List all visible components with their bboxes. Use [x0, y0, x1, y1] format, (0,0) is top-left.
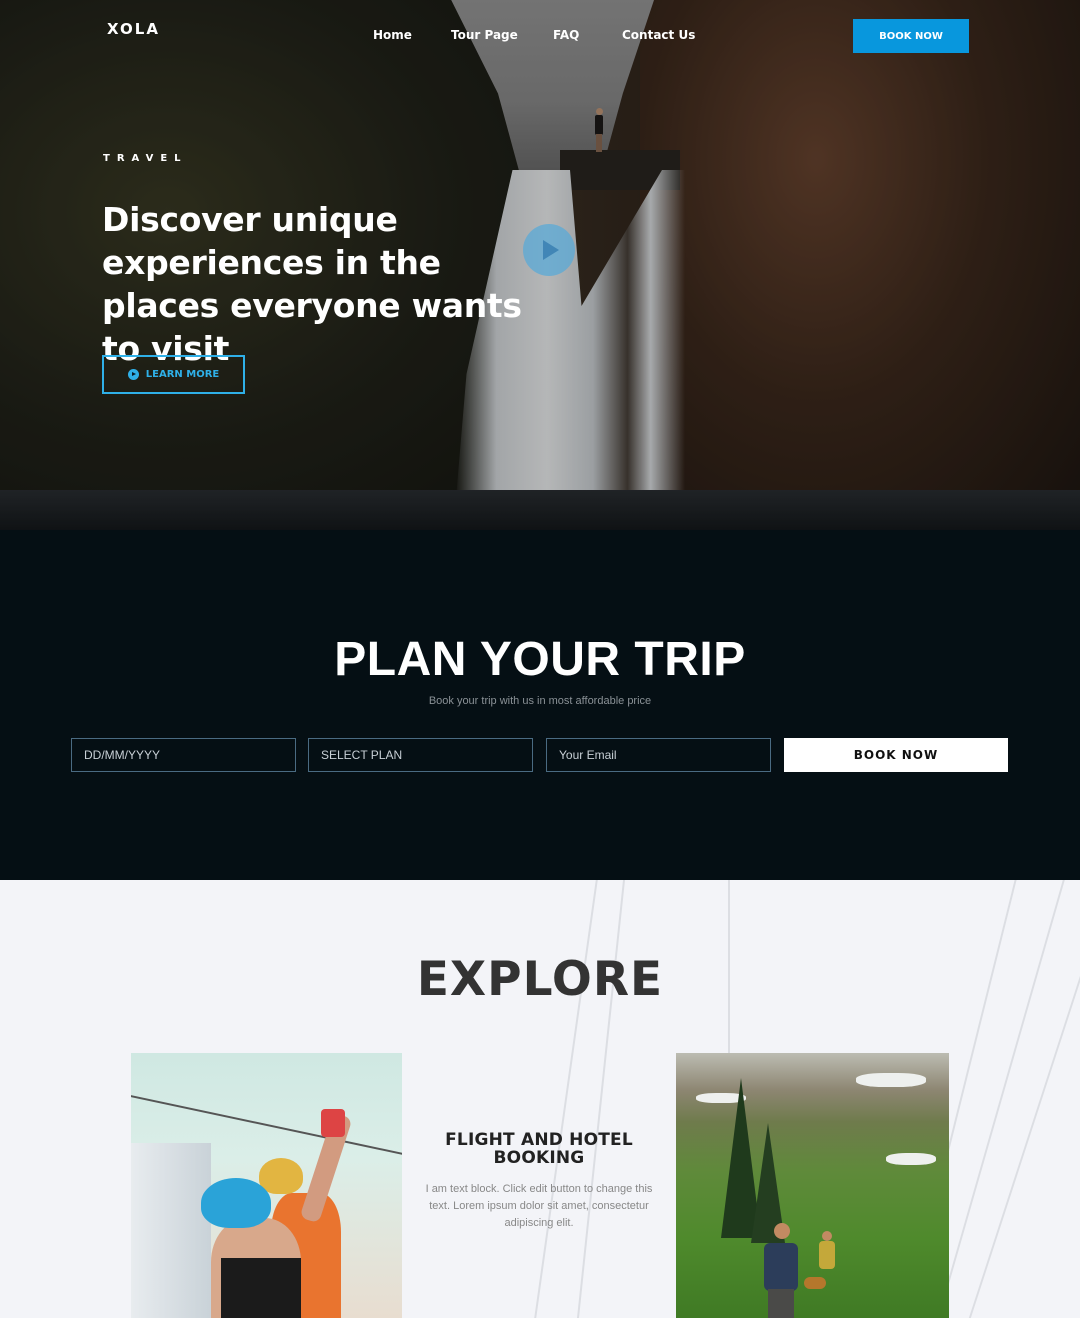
zipline-photo	[131, 1053, 402, 1318]
explore-section: EXPLORE FLIGHT AND HOTEL BOOKING I am te…	[0, 880, 1080, 1318]
email-field[interactable]: Your Email	[546, 738, 771, 772]
plan-book-now-button[interactable]: BOOK NOW	[784, 738, 1008, 772]
play-icon	[543, 240, 559, 260]
hero-eyebrow: TRAVEL	[103, 153, 188, 164]
select-plan-placeholder: SELECT PLAN	[321, 748, 403, 762]
hero-section: XOLA Home Tour Page FAQ Contact Us BOOK …	[0, 0, 1080, 530]
learn-more-label: LEARN MORE	[145, 369, 220, 380]
plan-trip-section: PLAN YOUR TRIP Book your trip with us in…	[0, 530, 1080, 880]
nav-item-tour-page[interactable]: Tour Page	[451, 28, 518, 42]
header-book-now-button[interactable]: BOOK NOW	[853, 19, 969, 53]
explore-title: EXPLORE	[416, 952, 664, 1007]
site-logo[interactable]: XOLA	[107, 20, 160, 38]
nav-item-home[interactable]: Home	[373, 28, 412, 42]
nav-item-contact-us[interactable]: Contact Us	[622, 28, 695, 42]
select-plan-field[interactable]: SELECT PLAN	[308, 738, 533, 772]
hero-headline: Discover unique experiences in the place…	[102, 200, 522, 368]
background-streak	[937, 880, 1065, 1318]
date-field[interactable]: DD/MM/YYYY	[71, 738, 296, 772]
email-placeholder: Your Email	[559, 748, 617, 762]
play-video-button[interactable]	[523, 224, 575, 276]
explore-card: FLIGHT AND HOTEL BOOKING I am text block…	[422, 1131, 656, 1232]
plan-title: PLAN YOUR TRIP	[334, 633, 746, 686]
plan-subtitle: Book your trip with us in most affordabl…	[428, 695, 652, 707]
nav-item-faq[interactable]: FAQ	[553, 28, 579, 42]
learn-more-button[interactable]: LEARN MORE	[102, 355, 245, 394]
card-title: FLIGHT AND HOTEL BOOKING	[445, 1130, 633, 1168]
background-streak	[576, 880, 626, 1318]
date-placeholder: DD/MM/YYYY	[84, 748, 161, 762]
card-body: I am text block. Click edit button to ch…	[425, 1183, 653, 1229]
play-circle-icon	[127, 369, 139, 380]
background-streak	[534, 880, 598, 1318]
hiking-photo	[676, 1053, 949, 1318]
background-streak	[968, 880, 1080, 1318]
